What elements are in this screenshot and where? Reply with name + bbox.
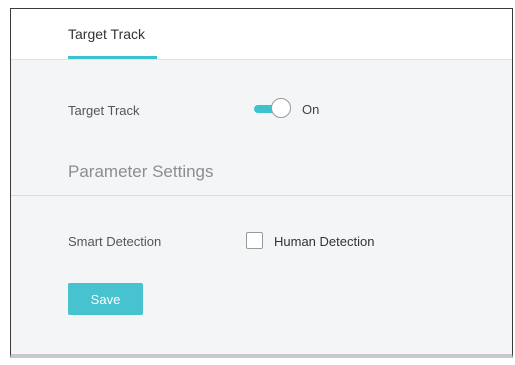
human-detection-label[interactable]: Human Detection — [274, 234, 374, 249]
tab-target-track[interactable]: Target Track — [68, 9, 157, 59]
human-detection-checkbox[interactable] — [246, 232, 263, 249]
smart-detection-label: Smart Detection — [68, 234, 162, 249]
toggle-knob — [271, 98, 291, 118]
target-track-label: Target Track — [68, 103, 140, 118]
section-divider — [11, 195, 512, 196]
parameter-settings-title: Parameter Settings — [68, 162, 214, 181]
target-track-toggle[interactable] — [254, 98, 292, 120]
settings-panel: Target Track Target Track On Parameter S… — [10, 8, 513, 358]
toggle-state-text: On — [302, 102, 320, 117]
save-button[interactable]: Save — [68, 283, 143, 315]
tab-bar: Target Track — [11, 9, 512, 60]
